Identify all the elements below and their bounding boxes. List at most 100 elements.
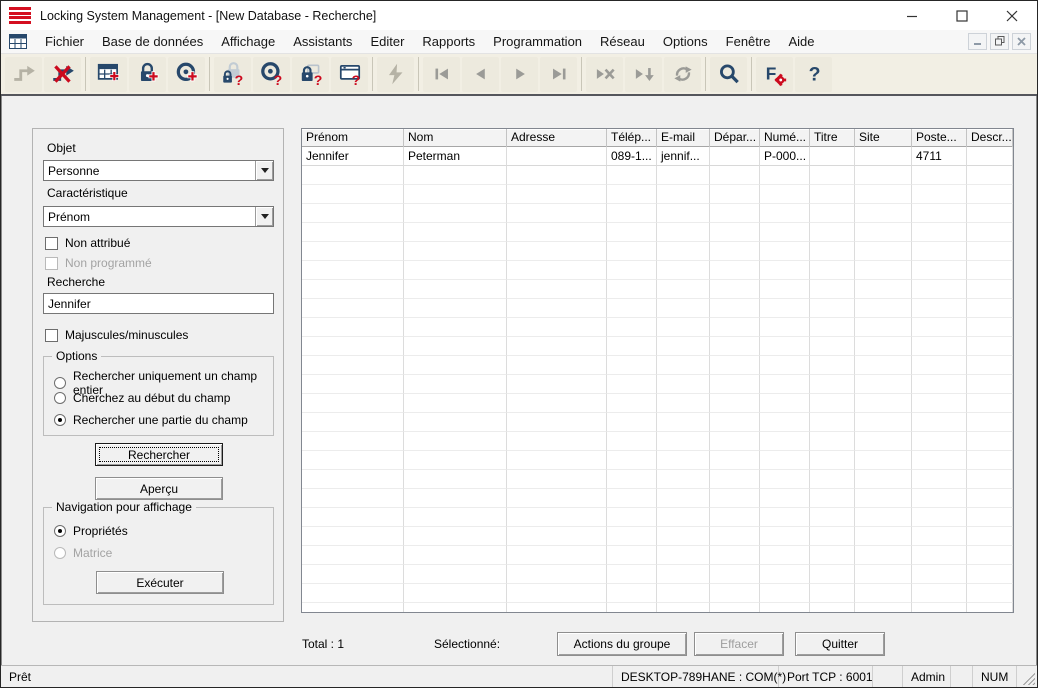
column-header[interactable]: Descr...: [967, 129, 1013, 147]
search-icon: [716, 61, 742, 87]
read-transponder-button[interactable]: ?: [253, 57, 290, 92]
column-header[interactable]: E-mail: [657, 129, 710, 147]
not-programmed-checkbox: Non programmé: [45, 256, 152, 270]
toolbar-separator: [751, 57, 752, 91]
menu-base-de-donnees[interactable]: Base de données: [93, 31, 212, 52]
mdi-close-button[interactable]: [1012, 33, 1031, 50]
new-transponder-button[interactable]: [168, 57, 205, 92]
new-lock-button[interactable]: [129, 57, 166, 92]
menu-fichier[interactable]: Fichier: [36, 31, 93, 52]
not-programmed-label: Non programmé: [65, 256, 152, 270]
table-empty-row: [302, 299, 1013, 318]
status-port: Port TCP : 6001: [779, 666, 873, 687]
object-combobox[interactable]: Personne: [43, 160, 274, 181]
read-lock-icon: ?: [298, 61, 324, 87]
mdi-minimize-button[interactable]: [968, 33, 987, 50]
mdi-restore-button[interactable]: [990, 33, 1009, 50]
radio-icon[interactable]: [54, 392, 66, 404]
maximize-icon: [956, 10, 968, 22]
window-title: Locking System Management - [New Databas…: [40, 9, 376, 23]
search-panel: Objet Personne Caractéristique Prénom No…: [32, 128, 284, 622]
preview-button[interactable]: Aperçu: [95, 477, 223, 500]
radio-icon[interactable]: [54, 525, 66, 537]
resize-grip[interactable]: [1017, 666, 1037, 687]
table-empty-row: [302, 470, 1013, 489]
column-header[interactable]: Site: [855, 129, 912, 147]
filter-settings-button[interactable]: F: [756, 57, 793, 92]
menu-options[interactable]: Options: [654, 31, 717, 52]
menu-fenetre[interactable]: Fenêtre: [717, 31, 780, 52]
radio-field-start-label: Cherchez au début du champ: [73, 391, 230, 405]
column-header[interactable]: Prénom: [302, 129, 404, 147]
new-transponder-icon: [174, 61, 200, 87]
svg-text:?: ?: [808, 64, 820, 86]
menu-editer[interactable]: Editer: [361, 31, 413, 52]
radio-field-start[interactable]: Cherchez au début du champ: [54, 391, 230, 405]
column-header[interactable]: Dépar...: [710, 129, 760, 147]
radio-icon[interactable]: [54, 414, 66, 426]
table-empty-row: [302, 413, 1013, 432]
menu-programmation[interactable]: Programmation: [484, 31, 591, 52]
minimize-button[interactable]: [887, 1, 937, 30]
group-actions-button[interactable]: Actions du groupe: [557, 632, 687, 656]
radio-properties[interactable]: Propriétés: [54, 524, 128, 538]
menu-rapports[interactable]: Rapports: [413, 31, 484, 52]
nav-skip-button: [586, 57, 623, 92]
checkbox-icon[interactable]: [45, 237, 58, 250]
table-empty-row: [302, 280, 1013, 299]
search-input[interactable]: [43, 293, 274, 314]
close-button[interactable]: [987, 1, 1037, 30]
menu-reseau[interactable]: Réseau: [591, 31, 654, 52]
chevron-down-icon[interactable]: [255, 207, 273, 226]
table-empty-row: [302, 584, 1013, 603]
title-bar: Locking System Management - [New Databas…: [1, 1, 1037, 30]
characteristic-combobox[interactable]: Prénom: [43, 206, 274, 227]
radio-icon[interactable]: [54, 377, 66, 389]
maximize-button[interactable]: [937, 1, 987, 30]
chevron-down-icon[interactable]: [255, 161, 273, 180]
read-window-button[interactable]: ?: [331, 57, 368, 92]
results-table-body: [302, 166, 1013, 613]
radio-field-part[interactable]: Rechercher une partie du champ: [54, 413, 248, 427]
toolbar-separator: [209, 57, 210, 91]
column-header[interactable]: Titre: [810, 129, 855, 147]
filter-settings-icon: F: [762, 61, 788, 87]
total-label: Total : 1: [302, 637, 344, 651]
menu-affichage[interactable]: Affichage: [212, 31, 284, 52]
mdi-minimize-icon: [973, 35, 982, 49]
nav-last-icon: [546, 61, 572, 87]
read-lock-button[interactable]: ?: [292, 57, 329, 92]
quit-button[interactable]: Quitter: [795, 632, 885, 656]
table-empty-row: [302, 318, 1013, 337]
not-assigned-checkbox[interactable]: Non attribué: [45, 236, 130, 250]
column-header[interactable]: Télép...: [607, 129, 657, 147]
table-empty-row: [302, 508, 1013, 527]
column-header[interactable]: Poste...: [912, 129, 967, 147]
menu-assistants[interactable]: Assistants: [284, 31, 361, 52]
new-lock-icon: [135, 61, 161, 87]
disconnect-button[interactable]: [44, 57, 81, 92]
table-empty-row: [302, 546, 1013, 565]
column-header[interactable]: Nom: [404, 129, 507, 147]
connect-button: [5, 57, 42, 92]
cell-prenom: Jennifer: [302, 147, 404, 166]
minimize-icon: [906, 10, 918, 22]
status-host: DESKTOP-789HANE : COM(*): [613, 666, 779, 687]
checkbox-icon[interactable]: [45, 329, 58, 342]
read-lock-ghost-button[interactable]: ?: [214, 57, 251, 92]
program-icon: [383, 61, 409, 87]
column-header[interactable]: Adresse: [507, 129, 607, 147]
not-assigned-label: Non attribué: [65, 236, 130, 250]
search-submit-button[interactable]: Rechercher: [95, 443, 223, 466]
case-sensitive-checkbox[interactable]: Majuscules/minuscules: [45, 328, 188, 342]
table-row[interactable]: Jennifer Peterman 089-1... jennif... P-0…: [302, 147, 1013, 166]
menu-aide[interactable]: Aide: [779, 31, 823, 52]
cell-email: jennif...: [657, 147, 710, 166]
new-locking-system-button[interactable]: [90, 57, 127, 92]
execute-button[interactable]: Exécuter: [96, 571, 224, 594]
column-header[interactable]: Numé...: [760, 129, 810, 147]
search-button-toolbar[interactable]: [710, 57, 747, 92]
mdi-restore-icon: [995, 35, 1005, 49]
help-button[interactable]: ?: [795, 57, 832, 92]
nav-down-button: [625, 57, 662, 92]
